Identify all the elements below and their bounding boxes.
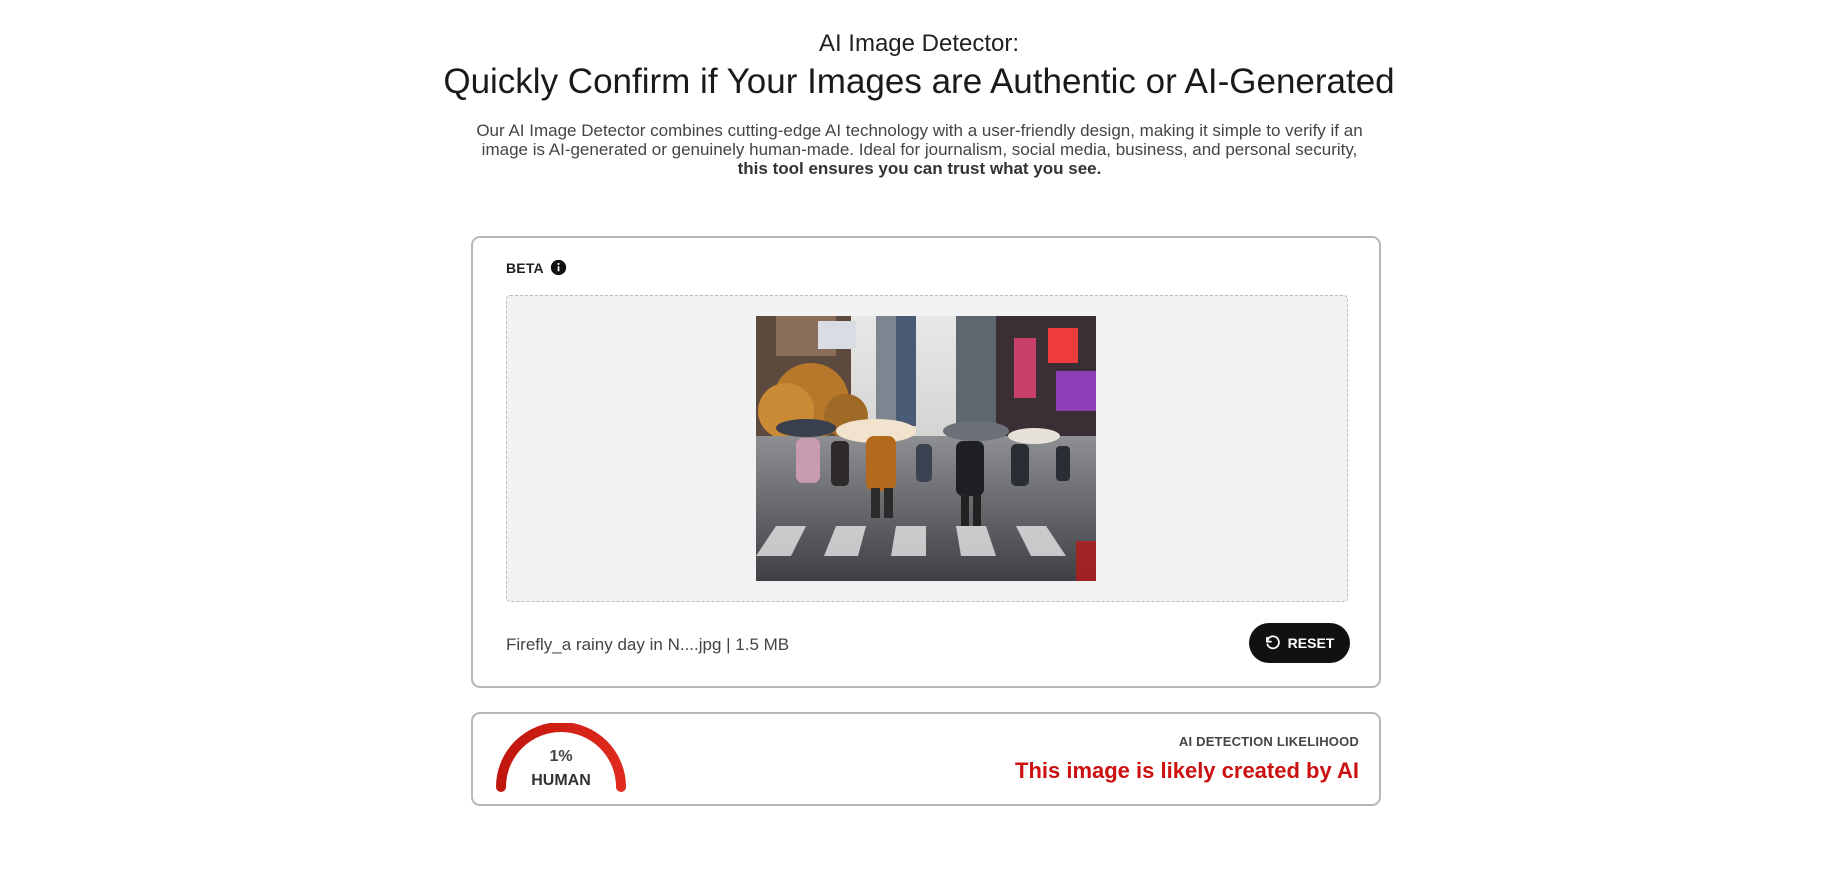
beta-badge: BETA (506, 259, 567, 276)
uploaded-image-preview (756, 316, 1096, 581)
page-description: Our AI Image Detector combines cutting-e… (473, 121, 1366, 178)
rotate-ccw-icon (1265, 635, 1280, 650)
upload-card: BETA Firefly_a rainy day in N....jpg | 1… (471, 236, 1381, 688)
likelihood-title: AI DETECTION LIKELIHOOD (1178, 734, 1359, 749)
file-info: Firefly_a rainy day in N....jpg | 1.5 MB (506, 635, 790, 654)
description-text: Our AI Image Detector combines cutting-e… (476, 121, 1363, 159)
reset-button[interactable]: RESET (1249, 623, 1350, 663)
page-eyebrow: AI Image Detector: (818, 30, 1020, 57)
beta-label: BETA (506, 259, 544, 276)
reset-label: RESET (1287, 635, 1335, 651)
page-title: Quickly Confirm if Your Images are Authe… (443, 62, 1395, 101)
verdict-text: This image is likely created by AI (1015, 758, 1359, 783)
result-card: 1% HUMAN AI DETECTION LIKELIHOOD This im… (471, 712, 1381, 806)
description-emphasis: this tool ensures you can trust what you… (737, 159, 1102, 178)
info-icon[interactable] (550, 259, 567, 276)
gauge-label: HUMAN (531, 772, 591, 789)
image-dropzone[interactable] (506, 295, 1348, 602)
gauge-percent: 1% (549, 748, 573, 765)
